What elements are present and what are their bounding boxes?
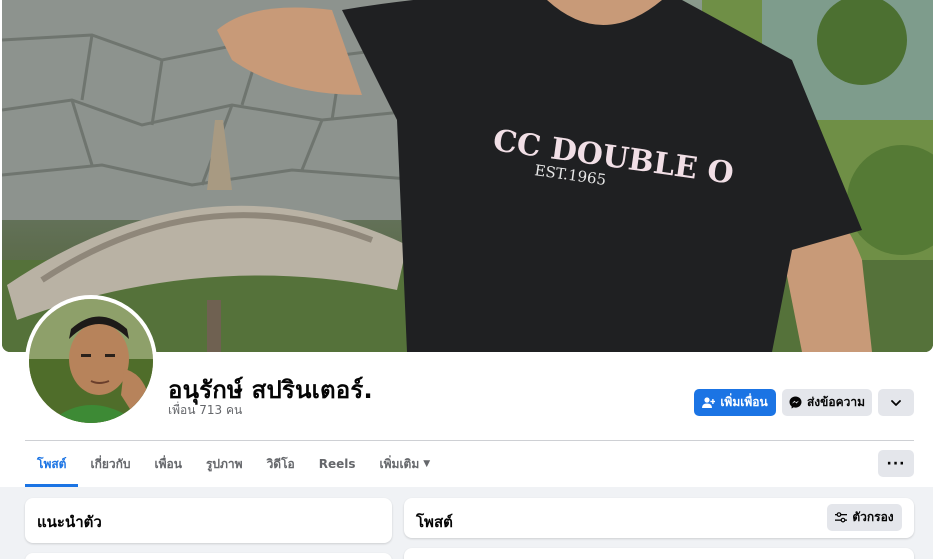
tabs-more-options-button[interactable]: ···	[878, 450, 914, 477]
intro-card-next	[25, 553, 392, 559]
chevron-down-icon	[891, 399, 901, 406]
filter-sliders-icon	[835, 512, 848, 523]
tab-videos[interactable]: วิดีโอ	[255, 441, 307, 487]
add-friend-button[interactable]: เพิ่มเพื่อน	[694, 389, 776, 416]
tab-photos[interactable]: รูปภาพ	[194, 441, 255, 487]
posts-card-title: โพสต์	[416, 513, 453, 531]
filter-button[interactable]: ตัวกรอง	[827, 504, 902, 531]
tab-friends[interactable]: เพื่อน	[143, 441, 194, 487]
message-button[interactable]: ส่งข้อความ	[782, 389, 872, 416]
messenger-icon	[789, 396, 802, 409]
cover-photo[interactable]: CC DOUBLE O EST.1965	[2, 0, 933, 352]
tab-more-label: เพิ่มเติม	[379, 456, 420, 471]
intro-card-title: แนะนำตัว	[37, 513, 102, 531]
tab-more[interactable]: เพิ่มเติม ▼	[368, 441, 443, 487]
avatar-photo	[29, 299, 153, 423]
posts-card: โพสต์ ตัวกรอง	[404, 498, 914, 538]
add-friend-label: เพิ่มเพื่อน	[720, 395, 768, 409]
friends-count[interactable]: เพื่อน 713 คน	[168, 401, 242, 420]
profile-avatar[interactable]	[25, 295, 157, 427]
tab-videos-label: วิดีโอ	[266, 456, 295, 471]
post-composer-card	[404, 548, 914, 559]
cover-illustration: CC DOUBLE O EST.1965	[2, 0, 933, 352]
add-friend-icon	[702, 396, 716, 408]
filter-label: ตัวกรอง	[852, 510, 894, 524]
tab-friends-label: เพื่อน	[154, 456, 182, 471]
tab-reels-label: Reels	[318, 457, 356, 471]
message-label: ส่งข้อความ	[806, 395, 865, 409]
tab-posts-label: โพสต์	[37, 456, 67, 471]
tab-reels[interactable]: Reels	[307, 441, 368, 487]
profile-tabs: โพสต์ เกี่ยวกับ เพื่อน รูปภาพ วิดีโอ Ree…	[25, 441, 442, 487]
intro-card: แนะนำตัว	[25, 498, 392, 543]
tab-about-label: เกี่ยวกับ	[90, 456, 131, 471]
caret-down-icon: ▼	[423, 459, 431, 469]
tab-about[interactable]: เกี่ยวกับ	[78, 441, 142, 487]
tab-photos-label: รูปภาพ	[205, 456, 243, 471]
tab-posts[interactable]: โพสต์	[25, 441, 79, 487]
profile-options-button[interactable]	[878, 389, 914, 416]
